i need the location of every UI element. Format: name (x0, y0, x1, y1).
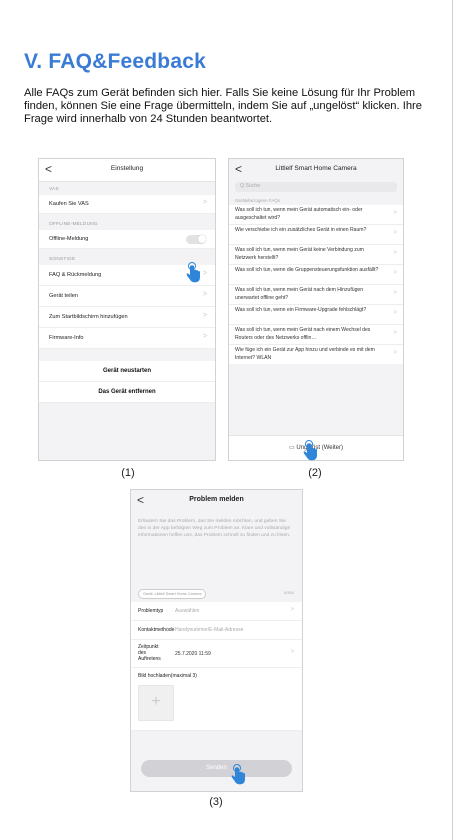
field-label: Zeitpunkt des Auftretens (138, 644, 161, 662)
faq-item[interactable]: Was soll ich tun, wenn mein Gerät keine … (229, 245, 403, 265)
faq-item[interactable]: Was soll ich tun, wenn ein Firmware-Upgr… (229, 305, 403, 325)
chevron-right-icon: > (393, 270, 397, 276)
section-label-other: SONSTIGE (49, 257, 76, 262)
contact-method-field[interactable]: Kontaktmethode Handynummer/E-Mail-Adress… (131, 621, 302, 640)
device-tag: Gerät: Littlelf Smart Home Camera (138, 589, 207, 599)
faq-question: Wie verschiebe ich ein zusätzliches Gerä… (235, 227, 367, 233)
plus-icon: + (151, 693, 161, 710)
offline-toggle[interactable] (186, 234, 206, 244)
occurrence-time-field[interactable]: Zeitpunkt des Auftretens 25.7.2020 11:59… (131, 640, 302, 668)
send-button[interactable]: Senden (141, 760, 292, 777)
problem-description-input[interactable]: Erläutern Sie das Problem, das Sie melde… (138, 518, 295, 539)
row-label: Kaufen Sie VAS (49, 200, 89, 207)
section-heading: V. FAQ&Feedback (24, 50, 206, 73)
faq-section-header: Gerätebezogene FAQs (235, 198, 280, 203)
caption-3: (3) (209, 796, 223, 808)
chevron-right-icon: > (202, 333, 207, 340)
restart-device-button[interactable]: Gerät neustarten (39, 361, 215, 382)
chevron-right-icon: > (393, 290, 397, 296)
row-share-device[interactable]: Gerät teilen > (39, 286, 215, 307)
faq-question: Wie füge ich ein Gerät zur App hinzu und… (235, 347, 375, 361)
screen-title: Einstellung (110, 165, 144, 172)
add-image-button[interactable]: + (138, 685, 174, 721)
char-counter: 0/300 (283, 590, 294, 595)
chevron-right-icon: > (393, 310, 397, 316)
caption-2: (2) (308, 467, 322, 479)
search-placeholder: Q Suche (240, 183, 261, 189)
field-value: Auswählen (175, 608, 200, 614)
row-label: Firmware-Info (49, 334, 84, 341)
chevron-right-icon: > (393, 210, 397, 216)
toggle-knob (197, 235, 206, 243)
row-buy-vas[interactable]: Kaufen Sie VAS > (39, 195, 215, 214)
chevron-right-icon: > (202, 199, 207, 206)
chevron-right-icon: > (202, 312, 207, 319)
tap-hand-icon (303, 440, 317, 461)
caption-1: (1) (121, 467, 135, 479)
faq-item[interactable]: Wie verschiebe ich ein zusätzliches Gerä… (229, 225, 403, 245)
problem-type-select[interactable]: Problemtyp Auswählen > (131, 602, 302, 621)
field-value: Handynummer/E-Mail-Adresse (175, 627, 244, 633)
nav-bar: < Littlelf Smart Home Camera (229, 159, 403, 181)
search-input[interactable]: Q Suche (235, 182, 397, 192)
nav-bar: < Einstellung (39, 159, 215, 182)
faq-item[interactable]: Was soll ich tun, wenn die Gruppensteuer… (229, 265, 403, 285)
intro-paragraph: Alle FAQs zum Gerät befinden sich hier. … (24, 87, 423, 126)
chevron-right-icon: > (290, 649, 294, 655)
row-label: Zum Startbildschirm hinzufügen (49, 313, 128, 320)
faq-item[interactable]: Was soll ich tun, wenn mein Gerät nach e… (229, 325, 403, 345)
chevron-right-icon: > (393, 250, 397, 256)
row-label: FAQ & Rückmeldung (49, 271, 102, 278)
chevron-right-icon: > (202, 291, 207, 298)
section-label-vas: VAS (49, 187, 59, 192)
field-value: 25.7.2020 11:59 (175, 651, 211, 657)
screen-title: Littlelf Smart Home Camera (275, 165, 357, 172)
field-label: Bild hochladen(maximal 3) (138, 673, 197, 679)
chevron-right-icon: > (290, 607, 294, 613)
faq-question: Was soll ich tun, wenn mein Gerät nach d… (235, 287, 364, 301)
row-offline-notice: Offline-Meldung (39, 230, 215, 249)
faq-question: Was soll ich tun, wenn mein Gerät nach e… (235, 327, 371, 341)
chevron-right-icon: > (202, 270, 207, 277)
faq-item[interactable]: Was soll ich tun, wenn mein Gerät automa… (229, 205, 403, 225)
faq-item[interactable]: Wie füge ich ein Gerät zur App hinzu und… (229, 345, 403, 364)
problem-report-screenshot: < Problem melden Erläutern Sie das Probl… (130, 489, 303, 792)
faq-question: Was soll ich tun, wenn mein Gerät automa… (235, 207, 363, 221)
row-add-home[interactable]: Zum Startbildschirm hinzufügen > (39, 307, 215, 328)
field-label: Kontaktmethode (138, 627, 175, 633)
tap-hand-icon (231, 764, 245, 785)
settings-screenshot: < Einstellung VAS Kaufen Sie VAS > OFFLI… (38, 158, 216, 461)
tap-hand-icon (186, 262, 200, 283)
remove-device-button[interactable]: Das Gerät entfernen (39, 382, 215, 403)
chevron-right-icon: > (393, 230, 397, 236)
screen-title: Problem melden (189, 496, 244, 503)
section-label-offline: OFFLINE-MELDUNG (49, 222, 98, 227)
faq-question: Was soll ich tun, wenn mein Gerät keine … (235, 247, 364, 261)
field-label: Problemtyp (138, 608, 164, 614)
faq-question: Was soll ich tun, wenn ein Firmware-Upgr… (235, 307, 367, 313)
faq-list: Was soll ich tun, wenn mein Gerät automa… (229, 205, 403, 364)
nav-bar: < Problem melden (131, 490, 302, 512)
row-label: Gerät teilen (49, 292, 78, 299)
faq-question: Was soll ich tun, wenn die Gruppensteuer… (235, 267, 379, 273)
faq-list-screenshot: < Littlelf Smart Home Camera Q Suche Ger… (228, 158, 404, 461)
row-firmware[interactable]: Firmware-Info > (39, 328, 215, 349)
chevron-right-icon: > (393, 330, 397, 336)
chevron-right-icon: > (393, 350, 397, 356)
row-label: Offline-Meldung (49, 235, 89, 242)
faq-item[interactable]: Was soll ich tun, wenn mein Gerät nach d… (229, 285, 403, 305)
